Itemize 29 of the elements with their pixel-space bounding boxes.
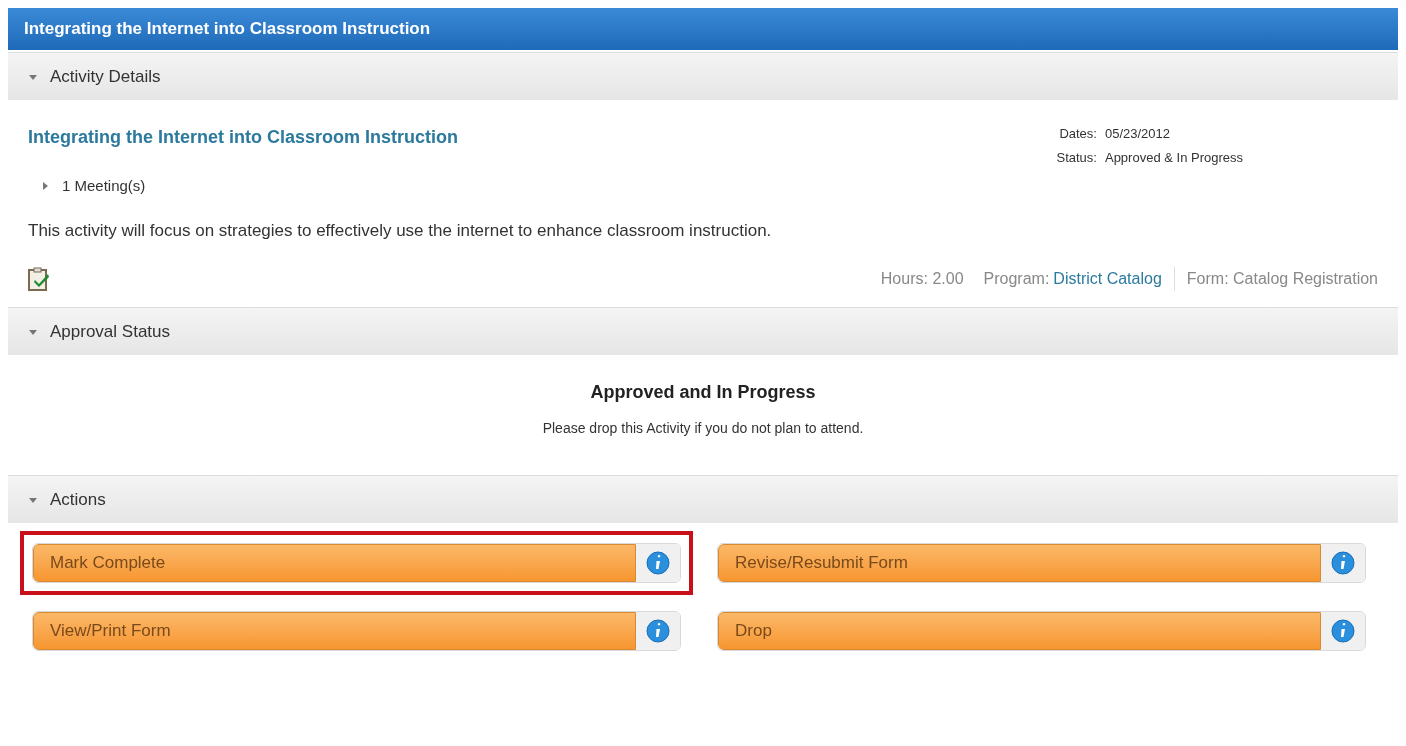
section-header[interactable]: Activity Details	[8, 52, 1398, 100]
info-icon[interactable]	[1331, 551, 1355, 575]
approval-note: Please drop this Activity if you do not plan to attend.	[542, 419, 864, 438]
meetings-toggle[interactable]: 1 Meeting(s)	[40, 175, 1378, 198]
field-value: 05/23/2012	[1104, 125, 1172, 143]
section-header[interactable]: Actions	[8, 475, 1398, 523]
action-button[interactable]: View/Print Form	[33, 612, 636, 650]
clipboard-check-icon	[28, 267, 50, 291]
action-button[interactable]: Mark Complete	[33, 544, 636, 582]
info-icon[interactable]	[646, 619, 670, 643]
info-icon[interactable]	[646, 551, 670, 575]
form-text: Form: Catalog Registration	[1186, 269, 1378, 289]
program-link[interactable]: District Catalog	[1053, 267, 1162, 291]
info-icon[interactable]	[1331, 619, 1355, 643]
section-title: Actions	[50, 488, 106, 511]
approval-title: Approved and In Progress	[590, 381, 816, 404]
field-value: Approved & In Progress	[1104, 148, 1243, 167]
window-title: Integrating the Internet into Classroom Instruction	[8, 8, 1398, 50]
section-header[interactable]: Approval Status	[8, 307, 1398, 355]
section-title: Approval Status	[50, 320, 170, 343]
hours-text: Hours: 2.00	[880, 269, 964, 289]
field-label: Status:	[1056, 148, 1097, 167]
activity-title: Integrating the Internet into Classroom Instruction	[28, 126, 459, 149]
section-title: Activity Details	[50, 65, 161, 88]
field-label: Dates:	[1058, 125, 1097, 143]
program-label: Program:	[983, 269, 1050, 289]
action-button[interactable]: Revise/Resubmit Form	[718, 544, 1321, 582]
action-button[interactable]: Drop	[718, 612, 1321, 650]
activity-description: This activity will focus on strategies to effectively use the internet to enhance classroom instruction.	[28, 219, 773, 242]
